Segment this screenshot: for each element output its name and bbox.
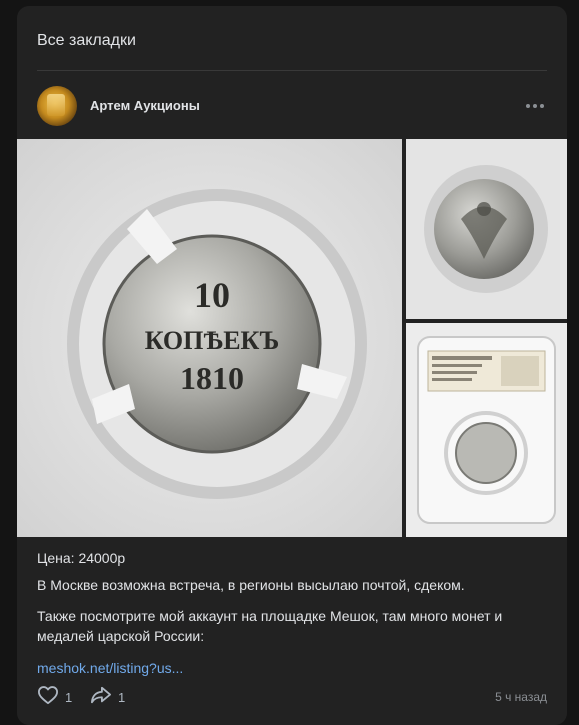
share-count: 1 — [118, 689, 126, 705]
price-text: Цена: 24000р — [37, 550, 126, 566]
bookmarks-panel: Все закладки Артем Аукционы 10 КОПѢЕКЪ 1… — [17, 6, 567, 725]
post-footer: 1 1 5 ч назад — [37, 685, 547, 710]
meshok-link[interactable]: meshok.net/listing?us... — [37, 660, 183, 676]
coin-year: 1810 — [180, 360, 244, 396]
post-header: Артем Аукционы — [37, 86, 547, 126]
more-dots-icon[interactable] — [523, 96, 547, 116]
page-title: Все закладки — [37, 32, 136, 49]
post-text-meshok: Также посмотрите мой аккаунт на площадке… — [37, 608, 503, 644]
like-button[interactable]: 1 — [37, 685, 73, 710]
share-button[interactable]: 1 — [90, 686, 125, 708]
coin-word: КОПѢЕКЪ — [145, 326, 280, 355]
photo-coin-reverse[interactable] — [406, 139, 567, 319]
post-text-delivery: В Москве возможна встреча, в регионы выс… — [37, 577, 465, 593]
author-name[interactable]: Артем Аукционы — [90, 98, 200, 113]
photo-coin-front[interactable]: 10 КОПѢЕКЪ 1810 — [17, 139, 402, 537]
share-arrow-icon — [90, 685, 112, 710]
heart-icon — [37, 685, 59, 710]
coin-denomination: 10 — [194, 275, 230, 315]
avatar[interactable] — [37, 86, 77, 126]
post-timestamp[interactable]: 5 ч назад — [495, 690, 547, 704]
post-media: 10 КОПѢЕКЪ 1810 — [17, 139, 567, 537]
photo-coin-slab[interactable] — [406, 323, 567, 537]
header-divider — [37, 70, 547, 71]
like-count: 1 — [65, 689, 73, 705]
